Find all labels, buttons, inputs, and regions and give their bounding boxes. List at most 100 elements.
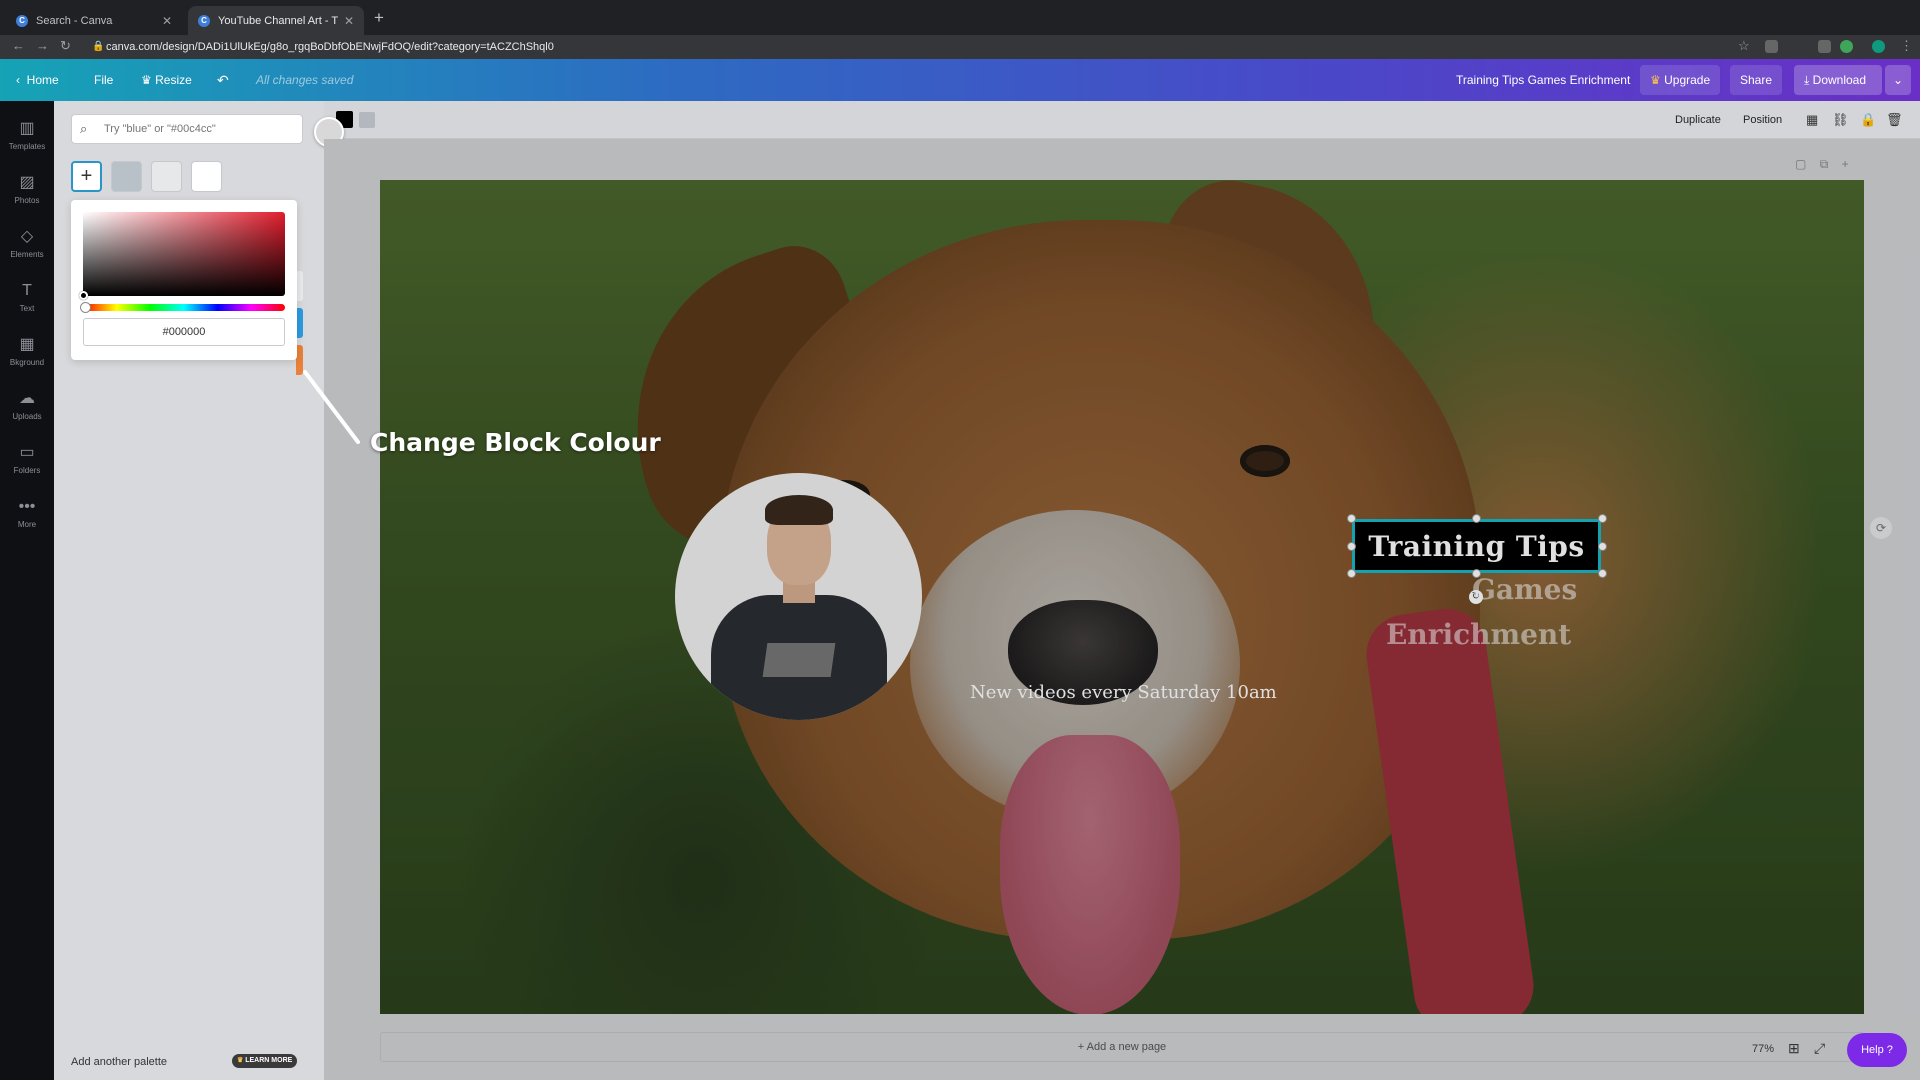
zoom-level[interactable]: 77% [1752,1043,1774,1055]
close-icon[interactable]: ✕ [344,14,354,28]
undo-icon[interactable]: ↶ [217,59,229,101]
home-label: Home [26,73,59,87]
colour-search-input[interactable] [104,119,294,139]
rail-item-folders[interactable]: ▭ Folders [0,435,54,487]
rail-item-uploads[interactable]: ☁ Uploads [0,381,54,433]
colour-swatch[interactable] [191,161,222,192]
download-button[interactable]: ⤓ Download [1794,65,1882,95]
rail-item-more[interactable]: ••• More [0,489,54,541]
title-text-block[interactable]: Training Tips [1352,519,1601,573]
note-icon[interactable]: ▢ [1795,157,1806,171]
add-colour-button[interactable]: + [71,161,102,192]
rail-label: Uploads [12,412,42,421]
resize-handle[interactable] [1472,514,1481,523]
tab-title: Search - Canva [36,14,113,27]
enrichment-text[interactable]: Enrichment [1386,618,1571,651]
rail-label: Text [19,304,35,313]
resize-handle[interactable] [1347,542,1356,551]
colour-search-box[interactable]: ⌕ [71,114,303,144]
lock-icon: 🔒 [92,41,105,52]
games-text[interactable]: Games [1472,573,1577,606]
position-button[interactable]: Position [1743,101,1782,139]
save-status: All changes saved [256,73,354,87]
title-text[interactable]: Training Tips [1368,530,1584,563]
back-icon[interactable]: ← [12,38,25,53]
colour-swatch[interactable] [111,161,142,192]
rail-item-text[interactable]: T Text [0,273,54,325]
resize-handle[interactable] [1347,514,1356,523]
add-page-button[interactable]: + Add a new page [380,1032,1864,1062]
lock-icon[interactable]: 🔒 [1860,112,1876,128]
extension-icon[interactable] [1818,40,1831,53]
colour-swatch[interactable] [296,308,303,338]
rail-item-elements[interactable]: ◇ Elements [0,219,54,271]
resize-handle[interactable] [1598,542,1607,551]
photos-icon: ▨ [19,174,35,191]
resize-button[interactable]: ♛ Resize [141,59,192,101]
hex-input[interactable]: #000000 [83,318,285,346]
rail-label: Elements [10,250,44,259]
upgrade-button[interactable]: ♛ Upgrade [1640,65,1721,95]
subtitle-text[interactable]: New videos every Saturday 10am [970,682,1277,703]
profile-photo-frame[interactable] [675,473,922,720]
file-menu[interactable]: File [94,59,113,101]
rail-label: Templates [8,142,46,151]
colour-swatch[interactable] [296,345,303,375]
reload-icon[interactable]: ↻ [60,38,71,54]
help-button[interactable]: Help ? [1847,1033,1907,1067]
more-icon: ••• [18,498,36,515]
rail-item-photos[interactable]: ▨ Photos [0,165,54,217]
resize-handle[interactable] [1598,514,1607,523]
uploads-icon: ☁ [19,390,35,407]
profile-avatar[interactable] [1872,40,1885,53]
crown-icon: ♛ [141,73,152,87]
hue-slider[interactable] [83,304,285,311]
colour-picker-popover: #000000 [71,200,297,360]
person-photo-part [762,643,836,677]
forward-icon[interactable]: → [36,38,49,53]
rail-item-templates[interactable]: ▥ Templates [0,111,54,163]
trash-icon[interactable]: 🗑 [1886,112,1903,128]
tab-search-canva[interactable]: C Search - Canva ✕ [6,6,182,35]
transparency-icon[interactable]: ▦ [1806,112,1818,128]
folders-icon: ▭ [19,444,35,461]
design-page[interactable]: Training Tips ↻ Games Enrichment New vid… [380,180,1864,1014]
new-tab-icon[interactable]: + [374,8,384,28]
design-title[interactable]: Training Tips Games Enrichment [1456,59,1630,101]
resize-handle[interactable] [1598,569,1607,578]
rail-item-background[interactable]: ▦ Bkground [0,327,54,379]
photo-tint [380,180,1864,1014]
block-colour-button[interactable] [359,112,375,128]
grid-view-icon[interactable]: ⊞ [1788,1040,1800,1057]
annotation-caption: Change Block Colour [370,428,661,457]
canvas-area: ▢ ⧉ + Training Tips ↻ Games Enrichment N… [324,139,1920,1080]
colour-swatch[interactable] [296,271,303,301]
duplicate-button[interactable]: Duplicate [1675,101,1721,139]
bookmark-star-icon[interactable]: ☆ [1738,38,1750,54]
rail-label: Photos [14,196,40,205]
resize-handle[interactable] [1347,569,1356,578]
extension-icon[interactable] [1840,40,1853,53]
extension-icon[interactable] [1765,40,1778,53]
home-button[interactable]: ‹ Home [16,59,59,101]
tab-youtube-channel-art[interactable]: C YouTube Channel Art - Trainin ✕ [188,6,364,35]
person-photo-part [765,495,833,525]
link-icon[interactable]: ⛓ [1832,112,1849,128]
crown-icon: ♛ [1650,73,1661,87]
colour-swatch[interactable] [151,161,182,192]
add-palette-link[interactable]: Add another palette [71,1056,167,1068]
saturation-value-area[interactable] [83,212,285,296]
learn-more-badge[interactable]: ♛ LEARN MORE [232,1054,298,1068]
refresh-icon[interactable]: ⟳ [1870,517,1892,539]
hue-handle[interactable] [80,302,91,313]
close-icon[interactable]: ✕ [162,14,172,28]
share-button[interactable]: Share [1730,65,1783,95]
page-actions: ▢ ⧉ + [1795,157,1849,172]
fullscreen-icon[interactable]: ⤢ [1814,1040,1825,1057]
url-field[interactable]: 🔒 canva.com/design/DADi1UlUkEg/g8o_rgqBo… [88,37,1748,57]
chevron-down-icon[interactable]: ⌄ [1885,65,1911,95]
copy-page-icon[interactable]: ⧉ [1820,157,1829,171]
add-page-icon[interactable]: + [1842,157,1849,171]
saturation-handle[interactable] [79,291,88,300]
browser-menu-icon[interactable]: ⋮ [1900,38,1913,54]
